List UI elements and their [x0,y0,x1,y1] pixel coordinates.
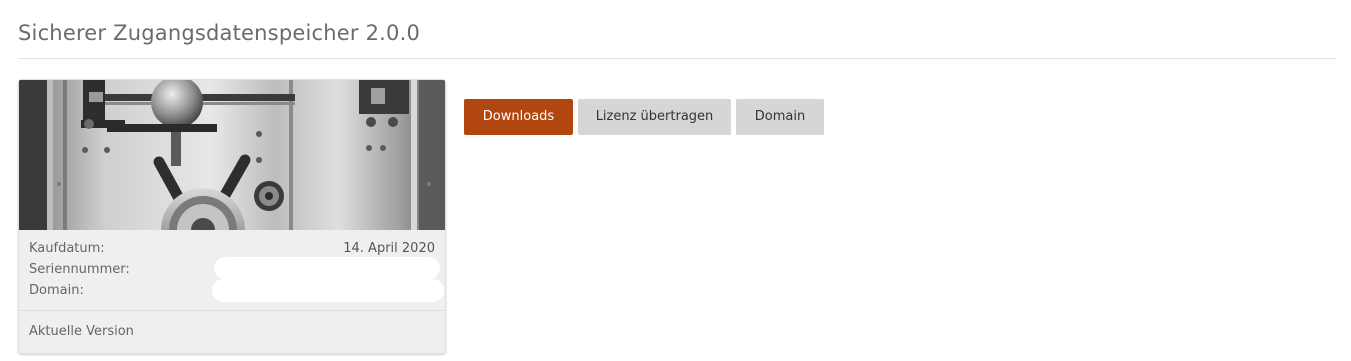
domain-redacted [212,279,444,302]
domain-label: Domain: [29,283,84,298]
product-card: Kaufdatum: 14. April 2020 Seriennummer: … [18,79,446,354]
current-version-label: Aktuelle Version [29,324,134,339]
domain-button[interactable]: Domain [736,99,824,135]
title-divider [18,58,1336,59]
product-info: Kaufdatum: 14. April 2020 Seriennummer: … [19,230,445,310]
serial-number-redacted [214,257,440,279]
page-title: Sicherer Zugangsdatenspeicher 2.0.0 [18,21,421,45]
serial-number-label: Seriennummer: [29,262,130,277]
purchase-date-value: 14. April 2020 [343,241,435,256]
card-divider [19,310,445,311]
downloads-button[interactable]: Downloads [464,99,573,135]
vault-door-image [19,80,445,230]
transfer-license-button[interactable]: Lizenz übertragen [578,99,731,135]
purchase-date-label: Kaufdatum: [29,241,105,256]
